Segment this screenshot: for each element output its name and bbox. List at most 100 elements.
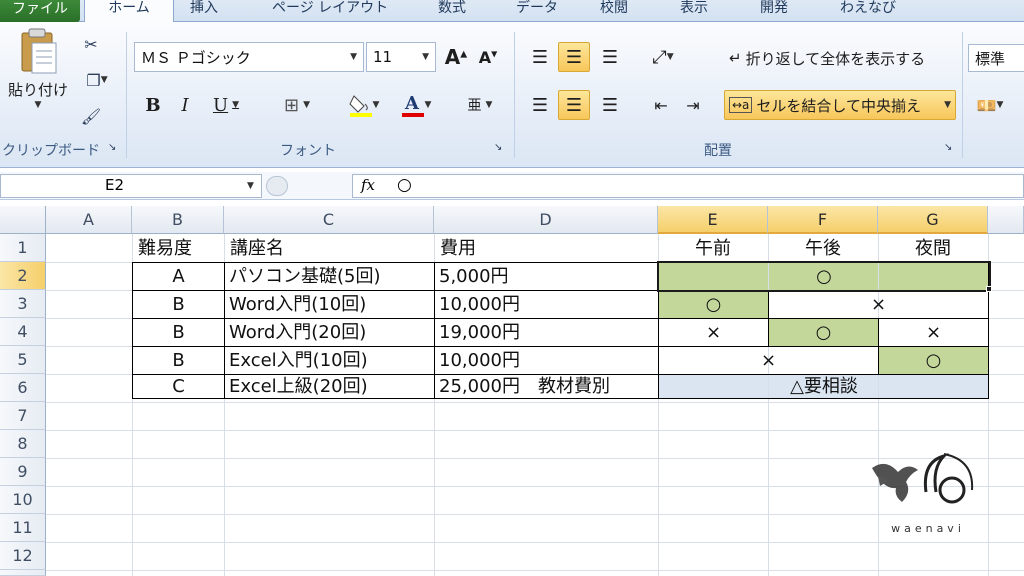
cell-d6[interactable]: 25,000円 教材費別	[435, 373, 658, 400]
align-top-icon: ☰	[531, 46, 549, 68]
italic-button[interactable]: I	[172, 90, 198, 120]
align-top-button[interactable]: ☰	[524, 42, 556, 72]
formula-expand-handle[interactable]	[266, 176, 288, 196]
cell-g4[interactable]: ×	[879, 319, 988, 346]
col-header-d[interactable]: D	[434, 206, 658, 234]
align-middle-button[interactable]: ☰	[558, 42, 590, 72]
row-header-1[interactable]: 1	[0, 234, 46, 262]
cell-d2[interactable]: 5,000円	[435, 263, 658, 290]
shrink-font-button[interactable]: A▼	[474, 42, 502, 72]
align-right-button[interactable]: ☰	[594, 90, 626, 120]
cell-e6-merged[interactable]: △要相談	[659, 373, 989, 400]
tab-developer[interactable]: 開発	[760, 0, 788, 22]
cell-d4[interactable]: 19,000円	[435, 319, 658, 346]
tab-file[interactable]: ファイル	[0, 0, 80, 22]
increase-indent-button[interactable]: ⇥	[678, 90, 708, 120]
tab-waenavi[interactable]: わえなび	[840, 0, 896, 22]
row-header-7[interactable]: 7	[0, 402, 46, 430]
tab-insert[interactable]: 挿入	[190, 0, 218, 22]
col-header-c[interactable]: C	[224, 206, 434, 234]
row-header-5[interactable]: 5	[0, 346, 46, 374]
font-name-combobox[interactable]: ＭＳ Ｐゴシック ▼	[134, 42, 364, 72]
cut-button[interactable]: ✂	[78, 32, 104, 56]
cell-d5[interactable]: 10,000円	[435, 347, 658, 374]
currency-format-button[interactable]: 💴 ▼	[972, 90, 1008, 120]
formula-input[interactable]: fx ○	[352, 174, 1024, 198]
col-header-e[interactable]: E	[658, 206, 768, 234]
dialog-launcher-icon[interactable]: ↘	[944, 142, 952, 153]
tab-view[interactable]: 表示	[680, 0, 708, 22]
cell-e5-merged[interactable]: ×	[659, 347, 878, 374]
grow-font-button[interactable]: A▲	[442, 42, 470, 72]
cell-b2[interactable]: A	[133, 263, 224, 290]
align-center-button[interactable]: ☰	[558, 90, 590, 120]
cell-g1[interactable]: 夜間	[878, 235, 988, 262]
cell-c6[interactable]: Excel上級(20回)	[225, 373, 434, 400]
col-header-g[interactable]: G	[878, 206, 988, 234]
row-header-4[interactable]: 4	[0, 318, 46, 346]
borders-button[interactable]: ⊞ ▼	[272, 90, 322, 120]
format-painter-button[interactable]: 🖌	[78, 104, 104, 128]
cell-b3[interactable]: B	[133, 291, 224, 318]
brush-icon: 🖌	[80, 106, 102, 126]
merge-center-button[interactable]: ↔a セルを結合して中央揃え ▼	[724, 90, 956, 120]
tab-home[interactable]: ホーム	[84, 0, 174, 23]
cell-c1[interactable]: 講座名	[226, 235, 434, 262]
row-header-6[interactable]: 6	[0, 374, 46, 402]
wrap-text-button[interactable]: ↵ 折り返して全体を表示する	[724, 44, 956, 72]
cell-e3[interactable]: ○	[659, 291, 768, 318]
row-header-10[interactable]: 10	[0, 486, 46, 514]
fill-handle[interactable]	[986, 286, 992, 292]
row-header-3[interactable]: 3	[0, 290, 46, 318]
fill-color-button[interactable]: ▼	[342, 90, 386, 120]
align-left-button[interactable]: ☰	[524, 90, 556, 120]
cell-f4[interactable]: ○	[769, 319, 878, 346]
wrap-text-label: 折り返して全体を表示する	[745, 49, 926, 68]
cell-e1[interactable]: 午前	[658, 235, 768, 262]
cell-c5[interactable]: Excel入門(10回)	[225, 347, 434, 374]
col-header-a[interactable]: A	[46, 206, 132, 234]
font-size-combobox[interactable]: 11 ▼	[366, 42, 436, 72]
font-color-button[interactable]: A ▼	[394, 90, 438, 120]
col-header-f[interactable]: F	[768, 206, 878, 234]
cell-f1[interactable]: 午後	[768, 235, 878, 262]
cell-f3-merged[interactable]: ×	[769, 291, 988, 318]
cell-g5[interactable]: ○	[879, 347, 988, 374]
tab-data[interactable]: データ	[516, 0, 558, 22]
cell-b6[interactable]: C	[133, 373, 224, 400]
dialog-launcher-icon[interactable]: ↘	[108, 142, 116, 153]
align-bottom-button[interactable]: ☰	[594, 42, 626, 72]
name-box[interactable]: E2 ▼	[0, 174, 262, 198]
row-header-8[interactable]: 8	[0, 430, 46, 458]
row-header-11[interactable]: 11	[0, 514, 46, 542]
phonetic-button[interactable]: 亜 ▼	[458, 90, 502, 120]
tab-formulas[interactable]: 数式	[438, 0, 466, 22]
select-all-corner[interactable]	[0, 206, 46, 234]
dialog-launcher-icon[interactable]: ↘	[494, 142, 502, 153]
cell-b5[interactable]: B	[133, 347, 224, 374]
bold-button[interactable]: B	[140, 90, 166, 120]
number-format-combobox[interactable]: 標準	[968, 44, 1024, 72]
cell-b1[interactable]: 難易度	[134, 235, 224, 262]
cell-d1[interactable]: 費用	[436, 235, 658, 262]
paste-button[interactable]: 貼り付け ▼	[6, 26, 70, 128]
col-header-h[interactable]	[988, 206, 1024, 234]
copy-button[interactable]: ❐ ▼	[78, 68, 116, 92]
tab-review[interactable]: 校閲	[600, 0, 628, 22]
underline-button[interactable]: U ▼	[204, 90, 248, 120]
row-header-13[interactable]	[0, 570, 46, 576]
col-header-b[interactable]: B	[132, 206, 224, 234]
function-icon[interactable]: fx	[361, 176, 375, 194]
cell-c2[interactable]: パソコン基礎(5回)	[225, 263, 434, 290]
cell-c4[interactable]: Word入門(20回)	[225, 319, 434, 346]
orientation-button[interactable]: ⤢ ▼	[640, 42, 686, 72]
cell-b4[interactable]: B	[133, 319, 224, 346]
cell-c3[interactable]: Word入門(10回)	[225, 291, 434, 318]
cell-e4[interactable]: ×	[659, 319, 768, 346]
row-header-9[interactable]: 9	[0, 458, 46, 486]
cell-d3[interactable]: 10,000円	[435, 291, 658, 318]
row-header-12[interactable]: 12	[0, 542, 46, 570]
tab-page-layout[interactable]: ページ レイアウト	[272, 0, 388, 22]
decrease-indent-button[interactable]: ⇤	[646, 90, 676, 120]
row-header-2[interactable]: 2	[0, 262, 46, 290]
